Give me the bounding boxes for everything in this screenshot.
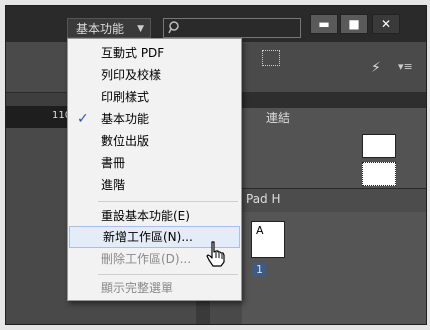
menu-item-label: 基本功能 xyxy=(101,112,150,126)
tab-links[interactable]: 連結 xyxy=(258,108,298,128)
menu-separator xyxy=(98,274,238,275)
menu-separator xyxy=(98,201,238,202)
panel-tabs: 連結 xyxy=(242,108,426,129)
ruler: 110 xyxy=(6,106,71,128)
menu-item-print-proofing[interactable]: 列印及校樣 xyxy=(68,64,241,86)
menu-item-label: 重設基本功能(E) xyxy=(101,209,190,223)
panel-dock-header xyxy=(242,92,426,108)
menu-item-essentials[interactable]: ✓ 基本功能 xyxy=(68,108,241,130)
swatch-stroke[interactable] xyxy=(362,162,396,186)
swatches-panel xyxy=(242,128,426,188)
frame-grid-icon[interactable] xyxy=(262,50,280,66)
maximize-icon[interactable]: ■ xyxy=(340,14,368,34)
menu-item-label: 數位出版 xyxy=(101,134,150,148)
minimize-icon[interactable]: ▬ xyxy=(310,14,338,34)
panel-menu-icon[interactable]: ▾≡ xyxy=(398,60,413,73)
page-number: 1 xyxy=(253,263,266,276)
menu-item-label: 顯示完整選單 xyxy=(101,281,174,295)
menu-item-digital-publishing[interactable]: 數位出版 xyxy=(68,130,241,152)
master-page-label: Pad H xyxy=(246,192,281,206)
page-master-letter: A xyxy=(256,224,264,237)
menu-item-reset-workspace[interactable]: 重設基本功能(E) xyxy=(68,205,241,227)
lightning-icon[interactable]: ⚡ xyxy=(371,60,381,76)
menu-item-label: 互動式 PDF xyxy=(101,46,165,60)
menu-item-advanced[interactable]: 進階 xyxy=(68,174,241,196)
swatch-fill[interactable] xyxy=(362,134,396,158)
workspace-label: 基本功能 xyxy=(76,22,125,36)
menu-item-interactive-pdf[interactable]: 互動式 PDF xyxy=(68,42,241,64)
menu-item-label: 進階 xyxy=(101,178,126,192)
menu-item-printing-styles[interactable]: 印刷樣式 xyxy=(68,86,241,108)
menu-item-label: 印刷樣式 xyxy=(101,90,150,104)
menu-item-label: 新增工作區(N)... xyxy=(103,230,193,244)
page-thumbnail[interactable]: A xyxy=(251,221,285,258)
menu-item-show-full-menus: 顯示完整選單 xyxy=(68,277,241,299)
hand-cursor-icon xyxy=(206,241,225,267)
search-icon xyxy=(168,21,179,34)
menu-item-book[interactable]: 書冊 xyxy=(68,152,241,174)
workspace-switcher[interactable]: 基本功能 ▼ xyxy=(67,18,151,38)
close-icon[interactable]: ✕ xyxy=(372,14,400,34)
checkmark-icon: ✓ xyxy=(77,111,89,127)
search-input[interactable] xyxy=(163,18,301,38)
menu-item-label: 書冊 xyxy=(101,156,126,170)
title-bar: 基本功能 ▼ ▬ ■ ✕ xyxy=(6,6,426,42)
menu-item-label: 刪除工作區(D)... xyxy=(101,252,192,266)
chevron-down-icon: ▼ xyxy=(137,24,144,34)
menu-item-label: 列印及校樣 xyxy=(101,68,162,82)
